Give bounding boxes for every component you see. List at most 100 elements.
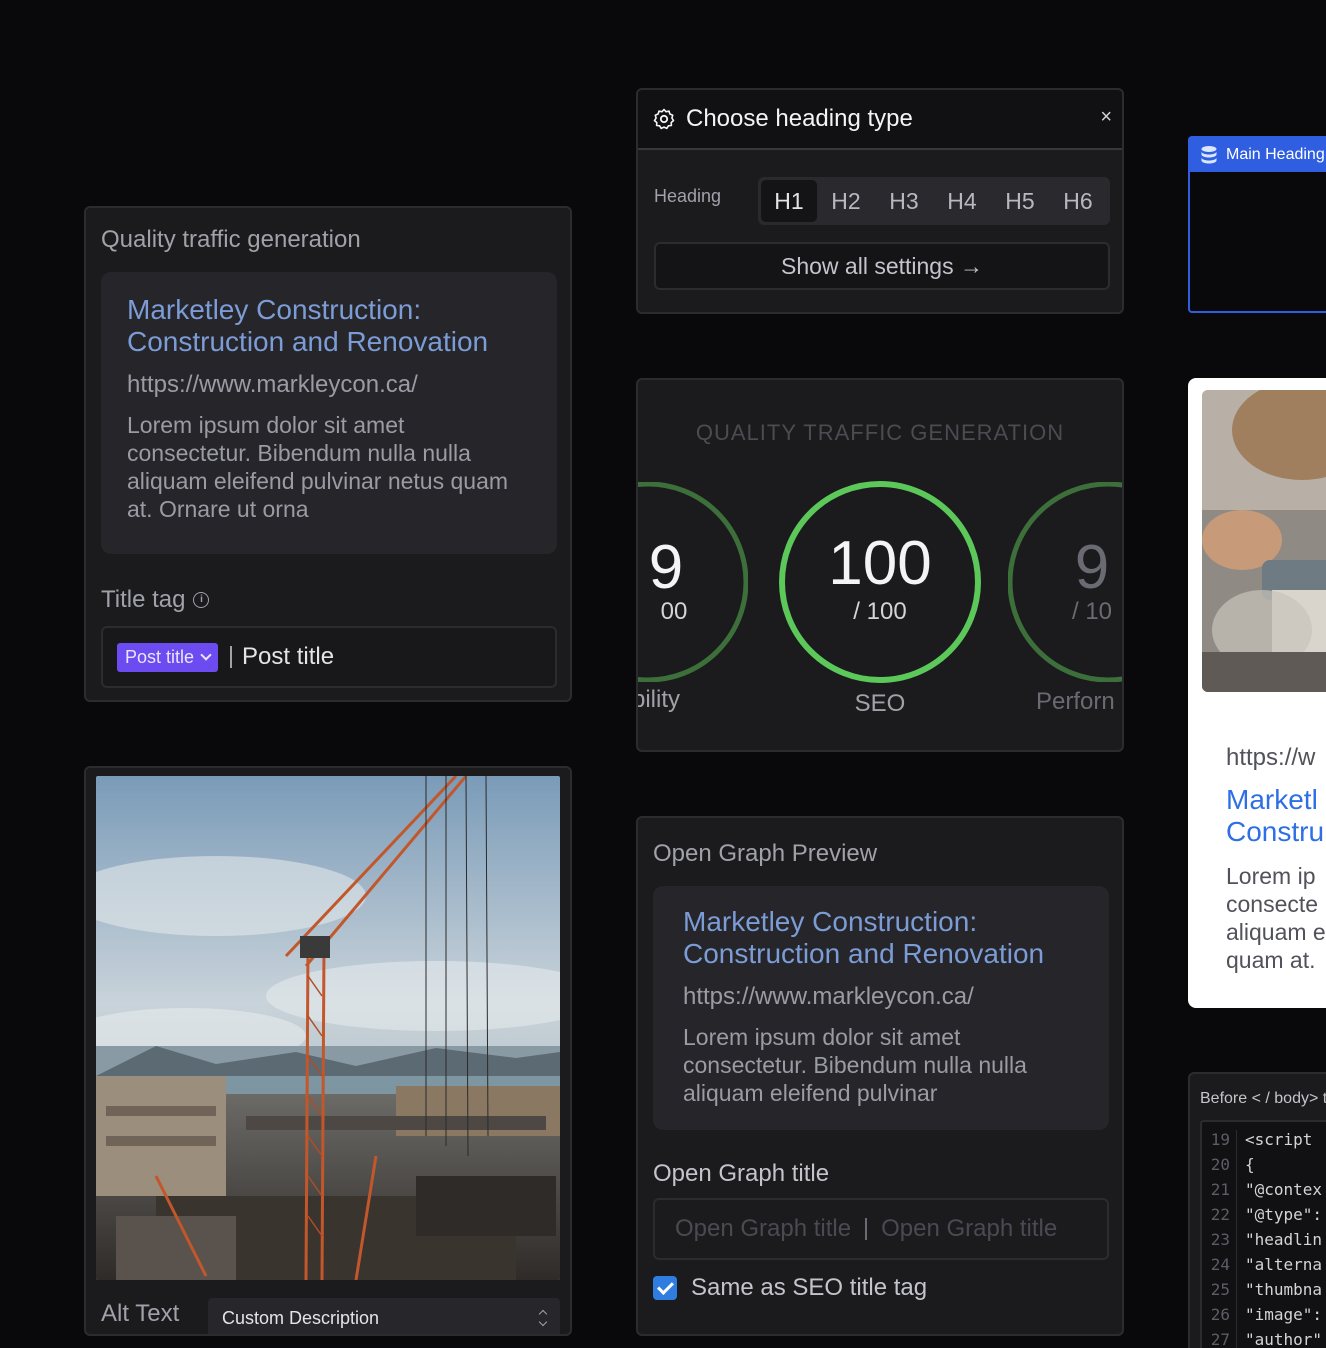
line-text: "@contex	[1236, 1180, 1322, 1205]
line-text: "image":	[1236, 1305, 1322, 1330]
title-tag-value: Post title	[242, 643, 335, 670]
panel-title: Open Graph Preview	[653, 840, 878, 867]
heading-option-h6[interactable]: H6	[1049, 180, 1107, 222]
same-as-seo-row[interactable]: Same as SEO title tag	[653, 1274, 927, 1302]
heading-option-h2[interactable]: H2	[817, 180, 875, 222]
og-preview-description: Lorem ipsum dolor sit amet consectetur. …	[683, 1024, 1027, 1106]
serp-url: https://www.markleycon.ca/	[127, 371, 418, 398]
panel-title: Quality traffic generation	[101, 226, 361, 253]
main-heading-block[interactable]: Main Heading	[1188, 136, 1326, 313]
gauge-right-value: 9	[1074, 533, 1110, 602]
code-line: 22 "@type":	[1202, 1205, 1322, 1230]
gauge-left: 9 00	[638, 481, 749, 683]
heading-level-segmented-control: H1 H2 H3 H4 H5 H6	[758, 177, 1110, 225]
title-tag-input[interactable]: Post title Post title	[101, 626, 557, 688]
line-number: 23	[1210, 1230, 1230, 1249]
show-all-settings-button[interactable]: Show all settings →	[654, 242, 1110, 290]
og-title-input[interactable]: Open Graph title Open Graph title	[653, 1198, 1109, 1260]
card-desc-line: consecte	[1226, 891, 1319, 917]
gauge-seo-max: / 100	[853, 598, 907, 625]
card-url: https://w	[1226, 744, 1316, 771]
construction-crane-photo	[96, 776, 560, 1280]
code-line: 26 "image":	[1202, 1305, 1322, 1330]
city-crane-illustration	[96, 776, 560, 1280]
code-line: 19 <script	[1202, 1130, 1312, 1155]
main-heading-tab-label: Main Heading	[1226, 146, 1325, 163]
alt-text-value: Custom Description	[222, 1307, 380, 1328]
code-line: 20 {	[1202, 1155, 1255, 1180]
code-line: 27 "author"	[1202, 1330, 1322, 1348]
database-icon	[1201, 146, 1217, 164]
card-title[interactable]: Marketl Constru	[1226, 784, 1324, 848]
gauge-seo-caption: SEO	[854, 690, 906, 717]
code-line: 24 "alterna	[1202, 1255, 1322, 1280]
gauge-seo: 100 / 100	[778, 480, 982, 684]
gauge-left-caption: bility	[636, 686, 681, 713]
main-heading-tab[interactable]: Main Heading	[1190, 138, 1326, 172]
post-title-variable-chip[interactable]: Post title	[117, 642, 219, 672]
gauge-right-max: / 10	[1071, 598, 1113, 625]
card-title-line-1: Marketl	[1226, 784, 1318, 815]
alt-text-label: Alt Text	[101, 1300, 180, 1327]
heading-option-h3[interactable]: H3	[875, 180, 933, 222]
light-preview-card: https://w Marketl Constru Lorem ip conse…	[1188, 378, 1326, 1008]
line-number: 21	[1210, 1180, 1230, 1199]
heading-option-h1[interactable]: H1	[761, 180, 817, 222]
alt-text-select[interactable]: Custom Description	[208, 1298, 560, 1334]
line-number: 22	[1210, 1205, 1230, 1224]
line-text: "headlin	[1236, 1230, 1322, 1255]
code-injection-panel: Before < / body> t 19 <script 20 { 21 "@con…	[1188, 1072, 1326, 1348]
open-graph-panel: Open Graph Preview Marketley Constructio…	[636, 816, 1124, 1336]
scores-title: QUALITY TRAFFIC GENERATION	[695, 420, 1065, 445]
line-text: <script	[1236, 1130, 1312, 1155]
line-number: 27	[1210, 1330, 1230, 1348]
serp-preview-card: Marketley Construction: Construction and…	[101, 272, 557, 554]
line-number: 20	[1210, 1155, 1230, 1174]
og-preview-card: Marketley Construction: Construction and…	[653, 886, 1109, 1130]
close-icon[interactable]: ×	[1100, 106, 1112, 129]
text-caret	[865, 1218, 868, 1240]
line-text: "@type":	[1236, 1205, 1322, 1230]
card-desc-line: quam at.	[1226, 947, 1316, 973]
code-line: 25 "thumbna	[1202, 1280, 1322, 1305]
line-number: 25	[1210, 1280, 1230, 1299]
serp-title[interactable]: Marketley Construction: Construction and…	[127, 294, 531, 358]
card-description: Lorem ip consecte aliquam e quam at.	[1226, 862, 1326, 974]
heading-option-h4[interactable]: H4	[933, 180, 991, 222]
serp-preview-panel: Quality traffic generation Marketley Con…	[84, 206, 572, 702]
dialog-header: Choose heading type	[638, 90, 1122, 150]
chip-label: Post title	[125, 646, 195, 667]
code-location-label: Before < / body> t	[1200, 1090, 1326, 1107]
gauge-right: 9 / 10	[1007, 481, 1122, 683]
code-line: 23 "headlin	[1202, 1230, 1322, 1255]
line-number: 24	[1210, 1255, 1230, 1274]
gauge-left-value: 9	[648, 533, 684, 602]
heading-option-h5[interactable]: H5	[991, 180, 1049, 222]
og-preview-title[interactable]: Marketley Construction: Construction and…	[683, 906, 1079, 970]
gauge-seo-value: 100	[828, 529, 932, 598]
code-line: 21 "@contex	[1202, 1180, 1322, 1205]
score-gauges-panel: QUALITY TRAFFIC GENERATION 9 00 bility 1…	[636, 378, 1124, 752]
image-alt-panel: Alt Text Custom Description	[84, 766, 572, 1336]
code-editor[interactable]: 19 <script 20 { 21 "@contex 22 "@type": 23 "h…	[1200, 1120, 1326, 1348]
line-number: 26	[1210, 1305, 1230, 1324]
same-as-seo-checkbox[interactable]	[653, 1276, 677, 1300]
worker-cutting-photo	[1202, 390, 1326, 692]
card-title-line-2: Constru	[1226, 816, 1325, 847]
serp-description: Lorem ipsum dolor sit amet consectetur. …	[127, 412, 509, 522]
line-text: {	[1236, 1155, 1255, 1180]
info-icon[interactable]: i	[193, 592, 210, 608]
og-title-placeholder: Open Graph title	[675, 1215, 852, 1242]
gauge-left-max: 00	[660, 598, 688, 625]
card-desc-line: Lorem ip	[1226, 863, 1316, 889]
line-number: 19	[1210, 1130, 1230, 1149]
worker-illustration	[1202, 390, 1326, 692]
select-arrows-icon	[538, 1309, 548, 1327]
og-preview-url: https://www.markleycon.ca/	[683, 983, 974, 1010]
title-tag-label: Title tag i	[101, 586, 210, 614]
line-text: "author"	[1236, 1330, 1322, 1348]
text-caret	[230, 646, 233, 668]
heading-type-dialog: Choose heading type × Heading H1 H2 H3 H…	[636, 88, 1124, 314]
card-desc-line: aliquam e	[1226, 919, 1326, 945]
same-as-seo-label: Same as SEO title tag	[691, 1274, 928, 1301]
